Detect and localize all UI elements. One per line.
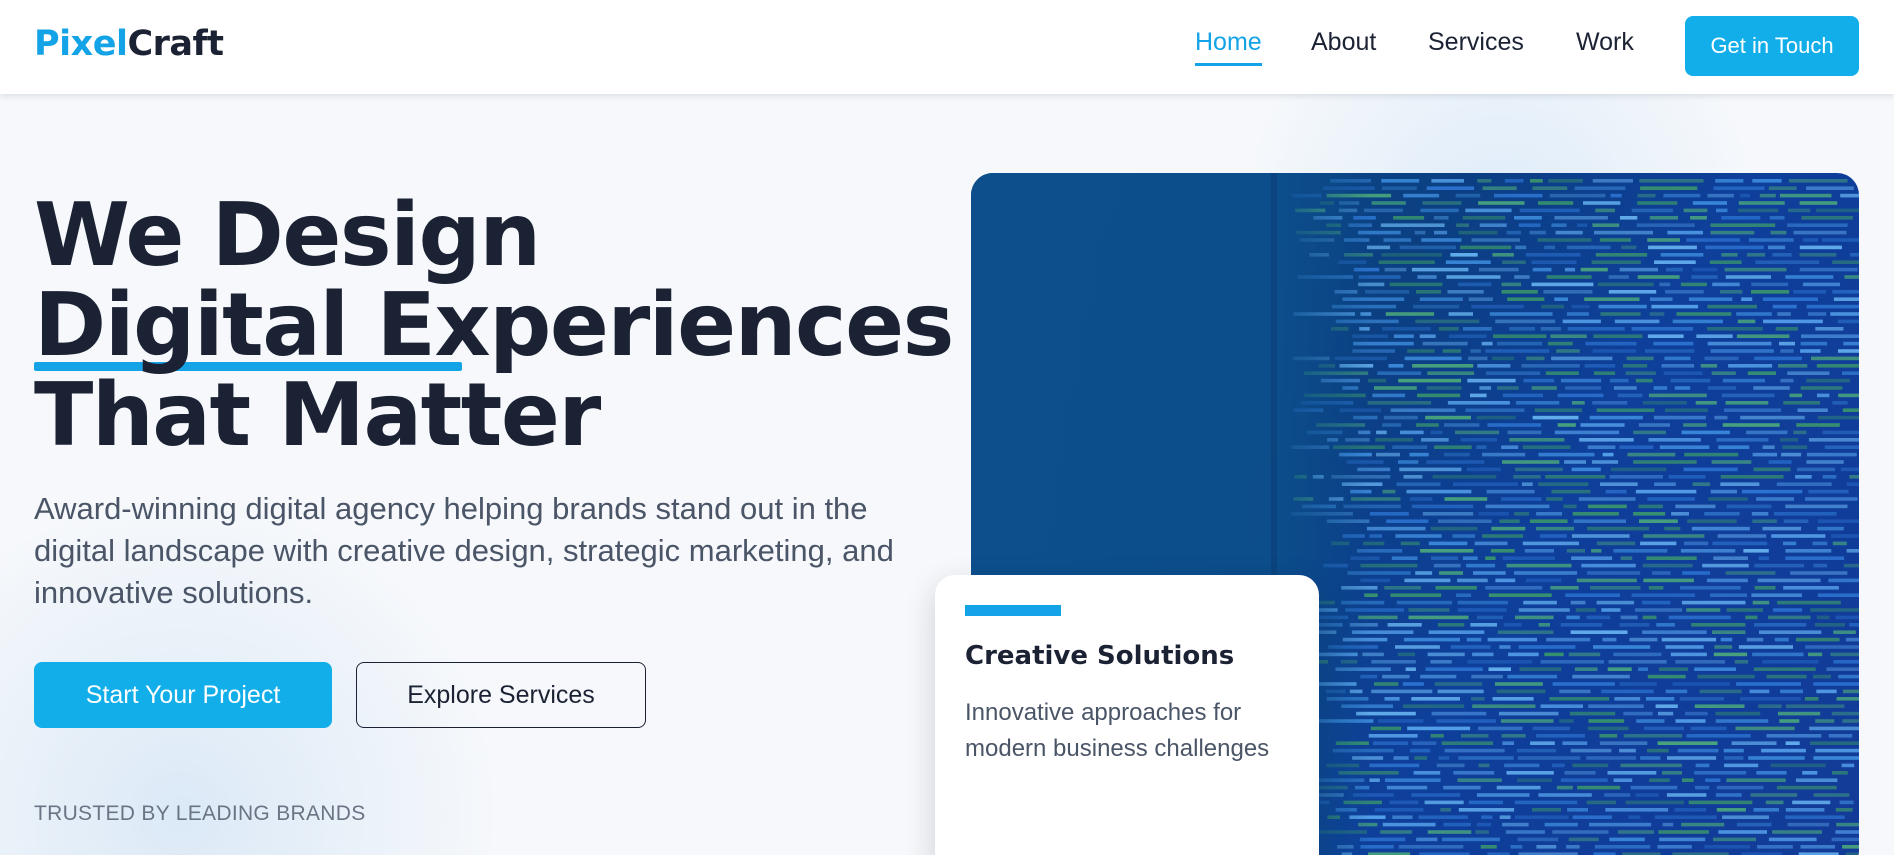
headline-line-1: We Design	[34, 184, 541, 286]
trusted-brands-label: TRUSTED BY LEADING BRANDS	[34, 802, 366, 825]
logo[interactable]: PixelCraft	[34, 24, 224, 64]
nav-work[interactable]: Work	[1576, 28, 1634, 63]
headline-line-2: Digital Experiences	[34, 274, 954, 376]
start-project-button[interactable]: Start Your Project	[34, 662, 332, 728]
creative-solutions-card: Creative Solutions Innovative approaches…	[935, 575, 1319, 855]
logo-part-pixel: Pixel	[34, 24, 128, 64]
get-in-touch-button[interactable]: Get in Touch	[1685, 16, 1859, 76]
nav-services[interactable]: Services	[1428, 28, 1524, 63]
explore-services-button[interactable]: Explore Services	[356, 662, 646, 728]
nav-about[interactable]: About	[1311, 28, 1376, 63]
hero-headline: We Design Digital Experiences That Matte…	[34, 184, 954, 466]
headline-line-3: That Matter	[34, 364, 601, 466]
card-title: Creative Solutions	[965, 641, 1235, 671]
hero-subtitle: Award-winning digital agency helping bra…	[34, 491, 894, 610]
card-accent-bar	[965, 605, 1061, 616]
logo-part-craft: Craft	[127, 24, 224, 64]
site-header: PixelCraft Home About Services Work Get …	[0, 0, 1894, 94]
card-text: Innovative approaches for modern busines…	[965, 699, 1270, 762]
nav-home[interactable]: Home	[1195, 28, 1262, 66]
